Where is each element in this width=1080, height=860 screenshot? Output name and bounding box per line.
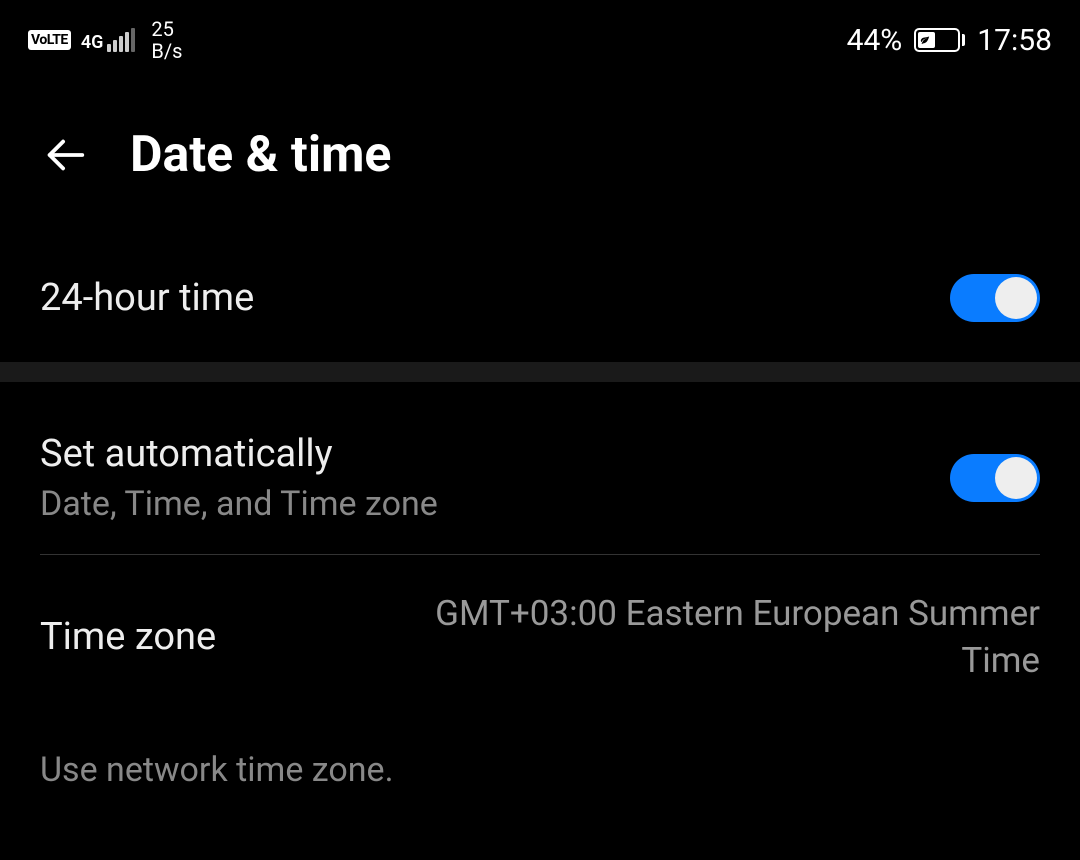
signal-bars-icon [107,28,135,52]
battery-icon [914,28,965,52]
volte-badge: VoLTE [28,30,71,50]
back-button[interactable] [40,130,90,180]
setting-auto[interactable]: Set automatically Date, Time, and Time z… [0,402,1080,554]
battery-percent: 44% [847,23,903,58]
toggle-knob [995,277,1037,319]
setting-24hour[interactable]: 24-hour time [0,244,1080,352]
data-rate: 25 B/s [151,18,182,62]
status-bar: VoLTE 4G 25 B/s 44% 17:58 [0,0,1080,76]
data-rate-value: 25 [151,18,182,40]
network-type-label: 4G [81,34,104,52]
setting-timezone[interactable]: Time zone GMT+03:00 Eastern European Sum… [0,555,1080,725]
toggle-knob [995,457,1037,499]
arrow-left-icon [42,132,88,178]
leaf-icon [918,35,932,45]
status-time: 17:58 [977,23,1052,58]
data-rate-unit: B/s [151,40,182,62]
network-info: 4G [81,28,136,52]
section-divider [0,362,1080,382]
setting-label-24hour: 24-hour time [40,276,254,320]
setting-label-auto: Set automatically [40,432,438,476]
setting-sublabel-auto: Date, Time, and Time zone [40,484,438,524]
status-right: 44% 17:58 [847,23,1052,58]
hint-text: Use network time zone. [0,725,1080,790]
page-title: Date & time [130,126,391,184]
status-left: VoLTE 4G 25 B/s [28,18,182,62]
setting-value-timezone: GMT+03:00 Eastern European Summer Time [420,590,1040,685]
toggle-auto[interactable] [950,454,1040,502]
toggle-24hour[interactable] [950,274,1040,322]
page-header: Date & time [0,76,1080,244]
setting-label-timezone: Time zone [40,615,216,659]
